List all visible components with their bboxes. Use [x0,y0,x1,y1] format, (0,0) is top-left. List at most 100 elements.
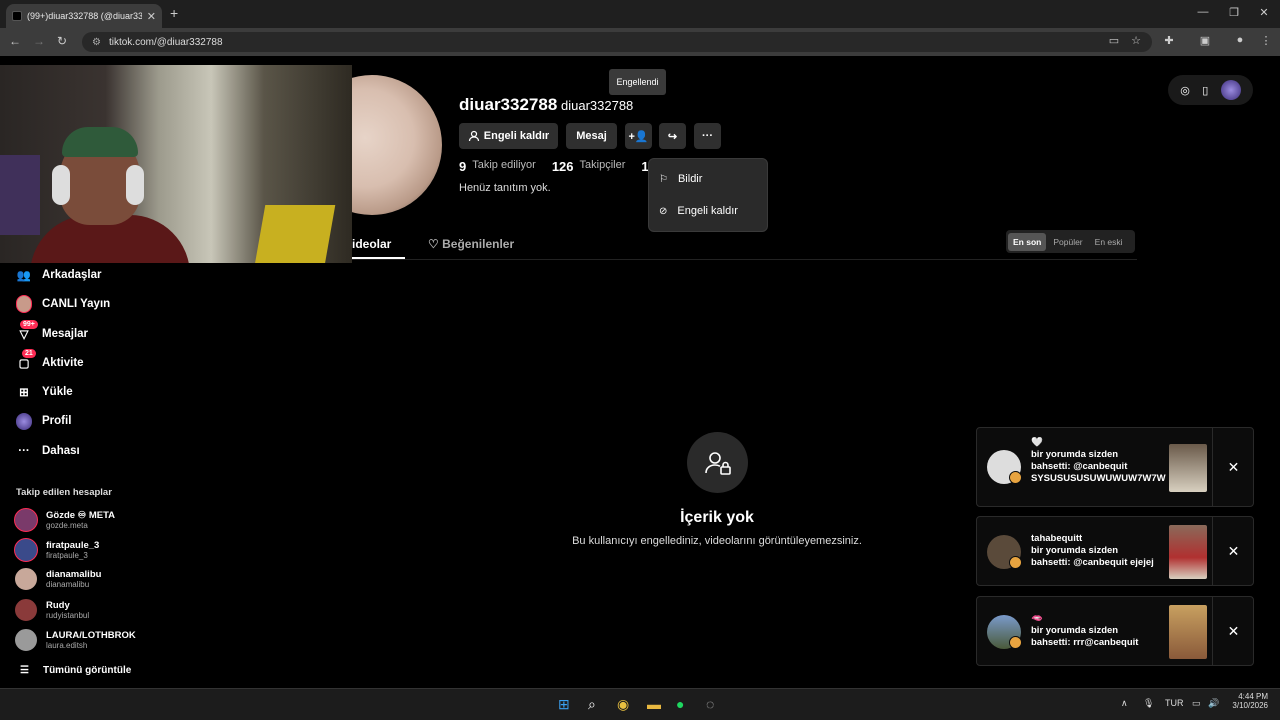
account-name: Gözde ♾ META [46,509,116,521]
sidebar-item-activity[interactable]: ▢ 21 Aktivite [16,349,84,371]
side-panel-icon[interactable]: ▣ [1197,34,1213,47]
report-menu-item[interactable]: ⚐ Bildir [659,173,702,185]
close-icon[interactable]: ✕ [1212,517,1254,585]
webcam-overlay [0,65,352,263]
following-account[interactable]: Rudy rudyistanbul [14,598,89,622]
network-icon[interactable]: ▭ [1192,698,1201,709]
empty-state-title: İçerik yok [680,509,754,526]
see-all-following[interactable]: ☰ Tümünü görüntüle [20,665,131,676]
search-icon[interactable]: ⌕ [588,696,596,713]
add-friend-button[interactable]: +👤 [625,123,652,149]
avatar [14,598,38,622]
phone-icon[interactable]: ▯ [1202,84,1208,97]
profile-avatar-icon[interactable]: ● [1232,34,1248,46]
file-explorer-icon[interactable]: ▬ [647,696,661,712]
sidebar-item-live[interactable]: CANLI Yayın [16,295,110,313]
cast-icon[interactable]: ▭ [1106,34,1122,47]
user-avatar[interactable] [1220,80,1241,100]
share-icon: ↪ [667,130,678,143]
list-icon: ☰ [20,665,29,676]
restore-button[interactable]: ❐ [1224,6,1244,19]
following-label[interactable]: Takip ediliyor [472,159,536,174]
sidebar-item-profile[interactable]: Profil [16,412,72,430]
add-user-icon: +👤 [628,130,649,143]
profile-stats: 9 Takip ediliyor 126 Takipçiler 1 B [459,159,672,174]
tab-liked[interactable]: ♡ Beğenilenler [428,237,514,251]
language-indicator[interactable]: TUR [1165,698,1184,708]
headphone-left [52,165,70,205]
volume-icon[interactable]: 🔊 [1208,698,1219,709]
profile-avatar[interactable] [352,75,442,215]
address-bar[interactable]: ⚙ tiktok.com/@diuar332788 [82,32,1152,52]
close-tab-icon[interactable]: ✕ [147,10,156,23]
chrome-icon[interactable]: ◉ [617,696,629,713]
account-handle: dianamalibu [46,579,90,589]
extensions-icon[interactable]: ✚ [1161,34,1177,47]
notification-text: tahabequitt bir yorumda sizden bahsetti:… [1031,533,1155,569]
back-icon[interactable]: ← [9,34,21,48]
close-icon[interactable]: ✕ [1212,428,1254,506]
user-icon [468,130,479,142]
report-label: Bildir [677,173,703,185]
message-button[interactable]: Mesaj [566,123,617,149]
more-options-button[interactable]: ··· [694,123,721,149]
coin-badge-icon [1009,556,1022,569]
microphone-icon[interactable]: 🎙 [1143,698,1154,709]
kebab-menu-icon[interactable]: ⋮ [1258,34,1274,47]
reload-icon[interactable]: ↻ [57,34,67,48]
notification-card[interactable]: 🤍 bir yorumda sizden bahsetti: @canbequi… [976,427,1254,507]
sort-oldest[interactable]: En eski [1090,233,1128,251]
minimize-button[interactable]: — [1193,6,1213,18]
sidebar-item-label: Mesajlar [42,328,89,340]
friends-icon: 👥 [16,270,32,282]
notification-heading: tahabequitt [1031,533,1083,544]
block-icon: ⊘ [659,205,668,217]
coin-badge-icon [1009,636,1022,649]
sidebar-item-messages[interactable]: ▽ 99+ Mesajlar [16,320,89,342]
spotify-icon[interactable]: ● [676,696,684,712]
share-button[interactable]: ↪ [659,123,686,149]
wall-poster [0,155,40,235]
bookmark-star-icon[interactable]: ☆ [1128,34,1144,47]
tray-chevron-icon[interactable]: ∧ [1121,698,1128,709]
browser-tab[interactable]: (99+)diuar332788 (@diuar3327 ✕ [6,4,162,28]
close-window-button[interactable]: ✕ [1254,6,1274,19]
sort-latest[interactable]: En son [1008,232,1047,251]
forward-icon[interactable]: → [33,34,45,48]
notification-card[interactable]: 🫦 bir yorumda sizden bahsetti: rrr@canbe… [976,596,1254,666]
compass-icon[interactable]: ◎ [1180,84,1190,97]
app-icon[interactable]: ◌ [706,696,714,712]
sort-popular[interactable]: Popüler [1048,233,1087,251]
account-handle: firatpaule_3 [46,550,88,560]
profile-username: diuar332788 [561,98,634,113]
sidebar-item-more[interactable]: ··· Dahası [16,443,79,459]
followers-label[interactable]: Takipçiler [580,159,626,174]
blocked-tooltip: Engellendi [609,69,666,95]
yellow-jersey [254,205,336,263]
notification-card[interactable]: tahabequitt bir yorumda sizden bahsetti:… [976,516,1254,586]
following-account[interactable]: Gözde ♾ META gozde.meta [14,508,115,532]
upload-icon: ⊞ [19,387,29,399]
unblock-menu-item[interactable]: ⊘ Engeli kaldır [659,205,738,217]
windows-start-icon[interactable]: ⊞ [558,696,570,713]
sidebar-item-upload[interactable]: ⊞ Yükle [16,384,73,400]
video-thumbnail[interactable] [1169,605,1207,659]
video-thumbnail[interactable] [1169,525,1207,579]
clock-time: 4:44 PM [1238,692,1268,701]
notification-body: bir yorumda sizden bahsetti: @canbequit … [1031,449,1166,484]
site-info-icon[interactable]: ⚙ [92,37,101,48]
following-account[interactable]: firatpaule_3 firatpaule_3 [14,538,99,562]
unblock-button[interactable]: Engeli kaldır [459,123,558,149]
clock-date: 3/10/2026 [1232,701,1268,710]
new-tab-button[interactable]: + [170,5,178,21]
close-icon[interactable]: ✕ [1212,597,1254,665]
sidebar-item-label: Aktivite [42,357,84,369]
sidebar-item-friends[interactable]: 👥 Arkadaşlar [16,267,102,283]
tab-videos[interactable]: ideolar [352,237,391,251]
following-section-title: Takip edilen hesaplar [16,487,112,498]
clock[interactable]: 4:44 PM 3/10/2026 [1230,692,1268,710]
sidebar-item-label: Profil [42,415,72,427]
following-account[interactable]: LAURA/LOTHBROK laura.editsh [14,628,136,652]
video-thumbnail[interactable] [1169,444,1207,492]
following-account[interactable]: dianamalibu dianamalibu [14,567,101,591]
